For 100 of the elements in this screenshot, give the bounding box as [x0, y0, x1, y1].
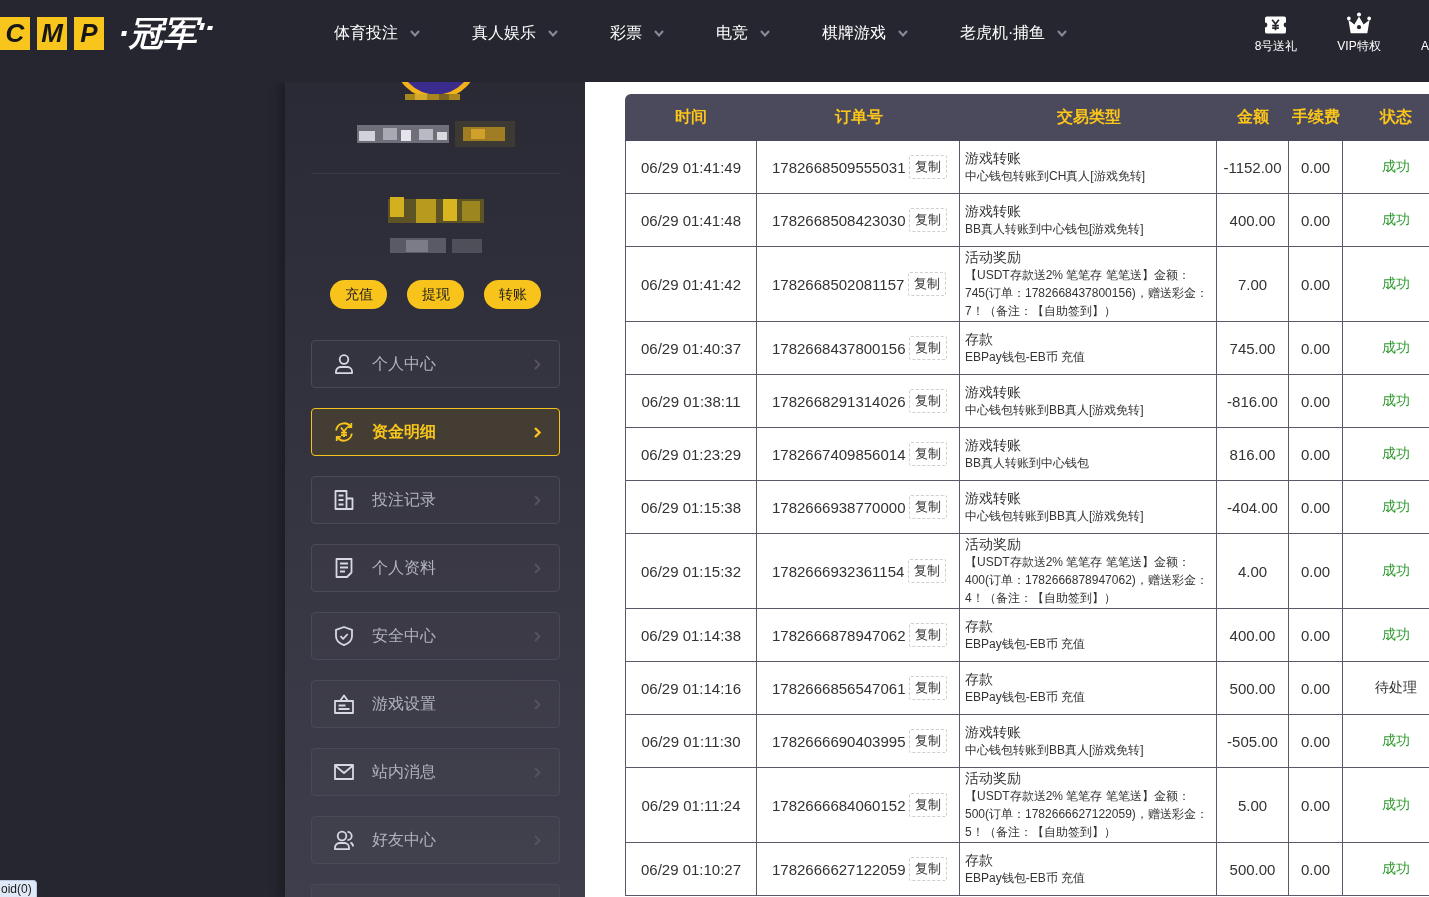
copy-button[interactable]: 复制 [909, 857, 948, 881]
transaction-type: 存款 [965, 670, 994, 688]
table-cell: 成功 [1343, 322, 1429, 375]
table-cell: 成功 [1343, 481, 1429, 534]
order-number: 1782666690403995 [772, 732, 906, 750]
table-cell: 成功 [1343, 534, 1429, 609]
table-cell: 500.00 [1217, 843, 1289, 896]
chevron-down-icon [654, 29, 664, 37]
logo-tile: P [74, 16, 104, 50]
table-cell: 成功 [1343, 141, 1429, 194]
transaction-type: 游戏转账 [965, 436, 1022, 454]
notepad-icon [334, 558, 354, 578]
order-number: 1782668437800156 [772, 339, 906, 357]
copy-button[interactable]: 复制 [909, 729, 948, 753]
action-button[interactable]: 提现 [407, 280, 464, 309]
table-cell: 成功 [1343, 194, 1429, 247]
copy-button[interactable]: 复制 [909, 389, 948, 413]
chevron-down-icon [548, 29, 558, 37]
copy-button[interactable]: 复制 [909, 495, 948, 519]
column-header: 金额 [1217, 94, 1289, 141]
transaction-type: 存款 [965, 617, 994, 635]
copy-button[interactable]: 复制 [908, 272, 947, 296]
table-cell: 06/29 01:38:11 [625, 375, 757, 428]
table-cell: 0.00 [1289, 843, 1343, 896]
menu-item[interactable]: 个人资料 [311, 544, 560, 592]
table-cell: 06/29 01:11:30 [625, 715, 757, 768]
table-cell: 400.00 [1217, 609, 1289, 662]
transaction-type: 游戏转账 [965, 383, 1022, 401]
menu-item[interactable]: 个人中心 [311, 340, 560, 388]
shortcut-link[interactable]: VIP特权 [1329, 10, 1389, 53]
column-header: 状态 [1343, 94, 1429, 141]
order-number: 1782666627122059 [772, 860, 906, 878]
menu-item[interactable]: 资金明细 [311, 408, 560, 456]
shield-check-icon [334, 626, 354, 646]
table-cell: 06/29 01:15:32 [625, 534, 757, 609]
menu-item[interactable]: 安全中心 [311, 612, 560, 660]
nav-item[interactable]: 电竞 [716, 22, 770, 44]
order-number: 1782668509555031 [772, 158, 906, 176]
action-button[interactable]: 充值 [330, 280, 387, 309]
column-header: 时间 [625, 94, 757, 141]
chevron-right-icon [534, 698, 541, 710]
nav-item[interactable]: 彩票 [610, 22, 664, 44]
table-cell: 0.00 [1289, 768, 1343, 843]
menu-item[interactable]: 好友中心 [311, 816, 560, 864]
table-cell: 0.00 [1289, 534, 1343, 609]
table-cell: 06/29 01:41:42 [625, 247, 757, 322]
table-cell: 745.00 [1217, 322, 1289, 375]
table-cell: 06/29 01:41:48 [625, 194, 757, 247]
transaction-detail: EBPay钱包-EB币 充值 [965, 636, 1087, 653]
transaction-type: 游戏转账 [965, 202, 1022, 220]
transaction-type: 游戏转账 [965, 723, 1022, 741]
order-number: 1782667409856014 [772, 445, 906, 463]
table-cell: 成功 [1343, 768, 1429, 843]
table-cell: 0.00 [1289, 247, 1343, 322]
table-cell: 06/29 01:14:16 [625, 662, 757, 715]
url-status-bar: oid(0) [0, 880, 37, 897]
table-cell: -505.00 [1217, 715, 1289, 768]
nav-item[interactable]: 棋牌游戏 [822, 22, 908, 44]
menu-item[interactable]: 游戏设置 [311, 680, 560, 728]
copy-button[interactable]: 复制 [909, 793, 948, 817]
transaction-type: 活动奖励 [965, 769, 1022, 787]
table-cell: 0.00 [1289, 715, 1343, 768]
table-cell: 成功 [1343, 715, 1429, 768]
transaction-type: 活动奖励 [965, 248, 1022, 266]
table-cell: 500.00 [1217, 662, 1289, 715]
table-cell: 06/29 01:10:27 [625, 843, 757, 896]
chevron-right-icon [534, 630, 541, 642]
chevron-right-icon [534, 494, 541, 506]
table-cell: 成功 [1343, 843, 1429, 896]
transaction-type: 存款 [965, 851, 994, 869]
menu-item[interactable]: 投注记录 [311, 476, 560, 524]
nav-item[interactable]: 老虎机·捕鱼 [960, 22, 1068, 44]
transaction-type: 游戏转账 [965, 489, 1022, 507]
nav-item[interactable]: 体育投注 [334, 22, 420, 44]
copy-button[interactable]: 复制 [909, 623, 948, 647]
shortcut-link[interactable]: A [1412, 10, 1429, 53]
copy-button[interactable]: 复制 [909, 676, 948, 700]
nav-item[interactable]: 真人娱乐 [472, 22, 558, 44]
transaction-detail: EBPay钱包-EB币 充值 [965, 349, 1087, 366]
table-cell: 4.00 [1217, 534, 1289, 609]
transaction-detail: 中心钱包转账到BB真人[游戏免转] [965, 402, 1145, 419]
table-cell: 7.00 [1217, 247, 1289, 322]
chevron-down-icon [760, 29, 770, 37]
menu-item[interactable]: 站内消息 [311, 748, 560, 796]
copy-button[interactable]: 复制 [909, 336, 948, 360]
transaction-type: 活动奖励 [965, 535, 1022, 553]
action-button[interactable]: 转账 [484, 280, 541, 309]
crown-icon [1347, 12, 1371, 34]
table-cell: 5.00 [1217, 768, 1289, 843]
copy-button[interactable]: 复制 [909, 155, 948, 179]
order-number: 1782666938770000 [772, 498, 906, 516]
table-cell: 0.00 [1289, 609, 1343, 662]
copy-button[interactable]: 复制 [908, 559, 947, 583]
transaction-detail: BB真人转账到中心钱包 [965, 455, 1090, 472]
copy-button[interactable]: 复制 [909, 208, 948, 232]
shortcut-link[interactable]: 8号送礼 [1246, 10, 1306, 53]
table-cell: 06/29 01:41:49 [625, 141, 757, 194]
user-icon [334, 354, 354, 374]
copy-button[interactable]: 复制 [909, 442, 948, 466]
ticket-icon [1265, 16, 1287, 34]
